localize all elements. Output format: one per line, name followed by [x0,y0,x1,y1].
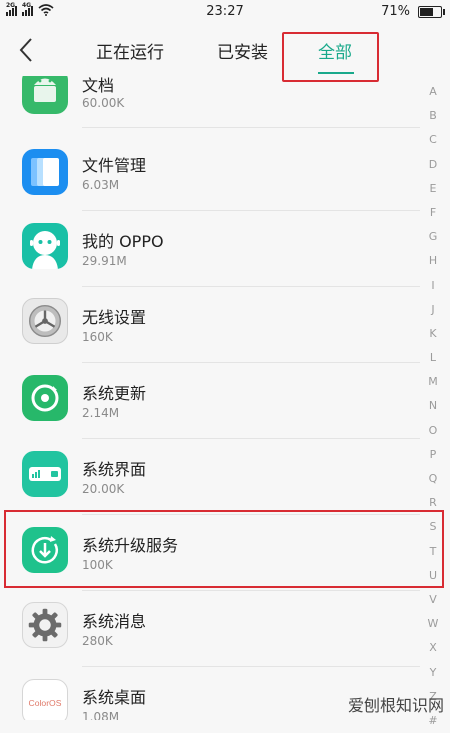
list-item-app[interactable]: 文档 60.00K [0,76,420,143]
coloros-desktop-icon: ColorOS [22,679,68,720]
app-name: 我的 OPPO [82,232,164,251]
list-item-app[interactable]: 文件管理 6.03M [0,136,420,211]
index-letter[interactable]: L [422,346,444,370]
app-size: 29.91M [82,254,127,268]
index-letter[interactable]: P [422,443,444,467]
coloros-logo-text: ColorOS [29,698,62,708]
list-item-app[interactable]: 系统消息 280K [0,592,420,667]
divider [82,438,420,439]
index-letter[interactable]: K [422,322,444,346]
index-letter[interactable]: B [422,104,444,128]
tab-installed[interactable]: 已安装 [217,38,268,63]
wireless-settings-icon [22,298,68,344]
index-letter[interactable]: Q [422,467,444,491]
app-list[interactable]: 文档 60.00K 文件管理 6.03M 我的 OPPO 29.91M 无线设置… [0,76,450,720]
index-letter[interactable]: C [422,128,444,152]
list-item-app[interactable]: 系统更新 2.14M [0,364,420,439]
system-message-gear-icon [22,602,68,648]
app-name: 系统界面 [82,460,147,479]
battery-percent: 71% [381,4,410,19]
system-ui-icon [22,451,68,497]
divider [82,286,420,287]
index-letter[interactable]: A [422,80,444,104]
index-letter[interactable]: G [422,225,444,249]
app-name: 系统消息 [82,612,147,631]
app-size: 2.14M [82,406,120,420]
divider [82,127,420,128]
index-letter[interactable]: U [422,564,444,588]
index-letter[interactable]: X [422,636,444,660]
status-bar: 2G 4G 23:27 71% [0,0,450,24]
index-letter[interactable]: Y [422,661,444,685]
divider [82,666,420,667]
index-letter[interactable]: J [422,298,444,322]
index-letter[interactable]: D [422,153,444,177]
app-name: 系统桌面 [82,688,147,707]
index-letter[interactable]: W [422,612,444,636]
file-manager-icon [22,149,68,195]
app-list-header: 正在运行 已安装 全部 [0,24,450,82]
annotation-highlight-tab [282,32,379,82]
divider [82,362,420,363]
list-item-app[interactable]: 系统界面 20.00K [0,440,420,515]
alphabet-index-bar[interactable]: A B C D E F G H I J K L M N O P Q R S T U V W X Y Z # [422,80,444,733]
app-size: 20.00K [82,482,125,496]
index-letter[interactable]: S [422,515,444,539]
index-letter[interactable]: V [422,588,444,612]
back-arrow-icon[interactable] [14,36,40,64]
index-letter[interactable]: H [422,249,444,273]
my-oppo-icon [22,223,68,269]
battery-icon [418,5,445,18]
divider [82,590,420,591]
index-letter[interactable]: N [422,394,444,418]
app-size: 60.00K [82,96,125,110]
app-size: 160K [82,330,113,344]
index-letter[interactable]: F [422,201,444,225]
app-name: 无线设置 [82,308,147,327]
annotation-highlight-row [4,510,444,588]
app-name: 文档 [82,76,115,95]
divider [82,210,420,211]
watermark: 爱刨根知识网 [347,696,444,715]
app-name: 文件管理 [82,156,147,175]
index-letter[interactable]: O [422,419,444,443]
system-update-icon [22,375,68,421]
list-item-app[interactable]: 我的 OPPO 29.91M [0,212,420,287]
index-letter[interactable]: I [422,274,444,298]
app-size: 6.03M [82,178,120,192]
tab-running[interactable]: 正在运行 [96,38,164,63]
app-size: 1.08M [82,710,120,720]
app-name: 系统更新 [82,384,147,403]
index-letter[interactable]: R [422,491,444,515]
app-size: 280K [82,634,113,648]
android-robot-icon [22,76,68,114]
index-letter[interactable]: M [422,370,444,394]
list-item-app[interactable]: 无线设置 160K [0,288,420,363]
index-letter[interactable]: E [422,177,444,201]
index-letter[interactable]: T [422,540,444,564]
